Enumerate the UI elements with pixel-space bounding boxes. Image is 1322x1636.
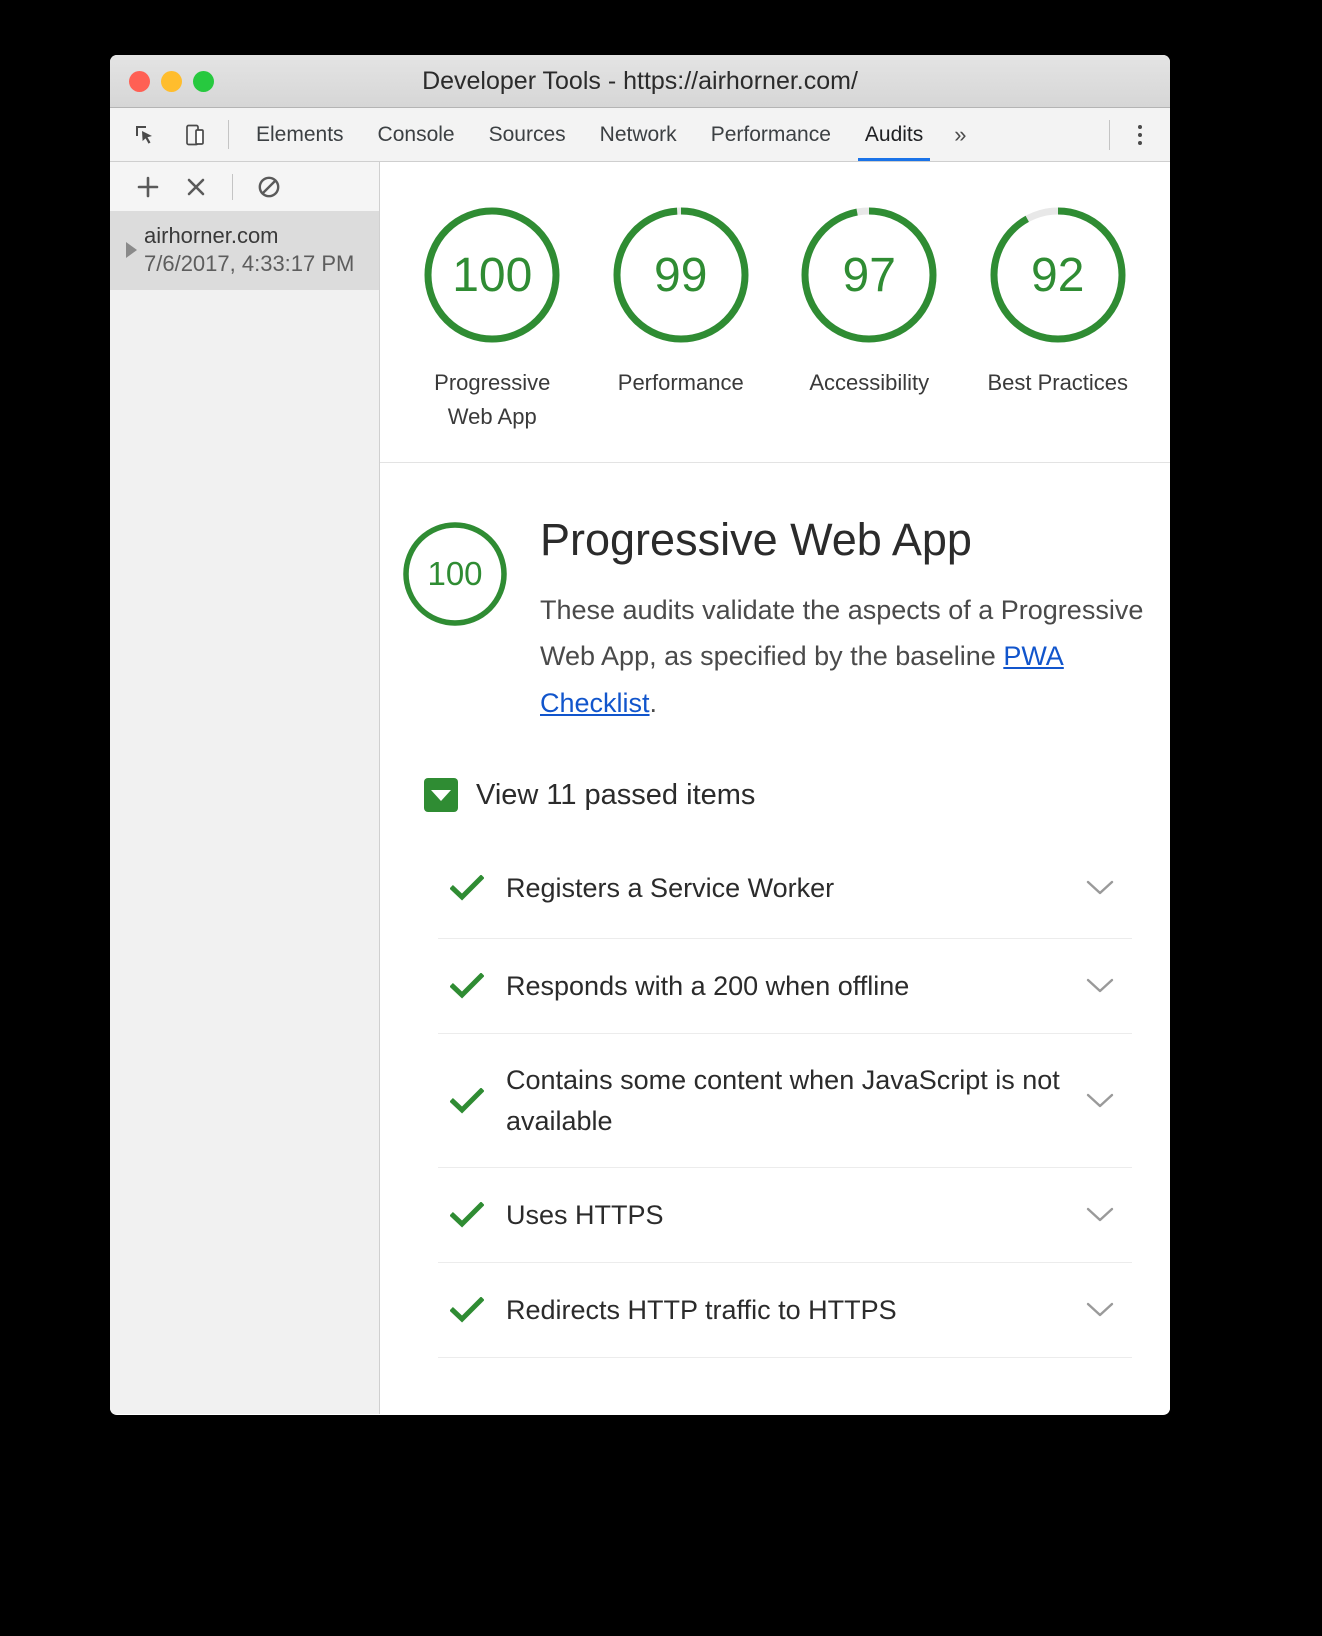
chevron-down-icon[interactable] [1082,1301,1118,1319]
score-label: Performance [617,370,744,395]
tab-console[interactable]: Console [361,108,472,161]
category-text-block: Progressive Web App These audits validat… [540,515,1146,726]
score-gauge-best-practices: 92 [985,202,1131,348]
score-value: 100 [452,248,533,302]
tab-label: Network [599,122,677,146]
device-toolbar-icon[interactable] [174,114,216,156]
tab-elements[interactable]: Elements [239,108,361,161]
score-card-pwa[interactable]: 100 Progressive Web App [407,202,577,434]
devtools-window: Developer Tools - https://airhorner.com/ [110,55,1170,1415]
description-tail: . [649,687,658,718]
toolbar-divider [228,120,229,149]
passed-items-label: View 11 passed items [476,778,756,811]
audit-item[interactable]: Redirects HTTP traffic to HTTPS [438,1263,1132,1358]
audit-title: Contains some content when JavaScript is… [506,1065,1060,1136]
score-value: 92 [1031,248,1085,302]
disclosure-triangle-icon[interactable] [118,242,144,259]
chevron-down-icon[interactable] [1082,879,1118,897]
category-section: 100 Progressive Web App These audits val… [380,463,1170,1358]
category-title: Progressive Web App [540,514,972,566]
audit-item[interactable]: Contains some content when JavaScript is… [438,1034,1132,1168]
tab-network[interactable]: Network [583,108,694,161]
devtools-body: airhorner.com 7/6/2017, 4:33:17 PM 100 P… [110,162,1170,1414]
check-icon [450,973,484,999]
category-description: These audits validate the aspects of a P… [540,587,1146,726]
more-tabs-icon[interactable]: » [940,108,980,161]
tab-audits[interactable]: Audits [848,108,940,161]
audit-item[interactable]: Registers a Service Worker [438,844,1132,939]
clear-audit-button[interactable] [174,167,218,207]
panel-tabs: Elements Console Sources Network Perform… [239,108,1109,161]
toolbar-right-divider [1109,119,1110,150]
tab-performance[interactable]: Performance [694,108,848,161]
audits-sidebar: airhorner.com 7/6/2017, 4:33:17 PM [110,162,380,1414]
tab-sources[interactable]: Sources [472,108,583,161]
tab-label: Console [377,122,455,146]
category-score-value: 100 [427,555,483,593]
window-titlebar: Developer Tools - https://airhorner.com/ [110,55,1170,108]
close-button[interactable] [129,70,150,92]
window-controls [129,70,214,92]
category-score-gauge: 100 [400,519,510,629]
score-value: 99 [654,248,708,302]
kebab-menu-icon[interactable] [1118,113,1162,157]
score-card-best-practices[interactable]: 92 Best Practices [973,202,1143,434]
audit-list: Registers a Service Worker Responds with… [438,844,1132,1358]
audit-run-item[interactable]: airhorner.com 7/6/2017, 4:33:17 PM [110,212,379,291]
screenshot-root: Developer Tools - https://airhorner.com/ [0,0,1322,1636]
audit-run-text: airhorner.com 7/6/2017, 4:33:17 PM [144,222,354,278]
check-icon [450,1087,484,1114]
audit-run-date: 7/6/2017, 4:33:17 PM [144,251,355,277]
score-label: Best Practices [987,370,1129,395]
tab-label: Audits [864,122,924,146]
add-audit-button[interactable] [126,167,170,207]
zoom-button[interactable] [193,70,214,92]
audit-title: Registers a Service Worker [506,872,835,903]
devtools-toolbar: Elements Console Sources Network Perform… [110,108,1170,162]
score-label: Progressive Web App [434,370,551,430]
score-gauge-accessibility: 97 [796,202,942,348]
inspect-element-icon[interactable] [124,114,166,156]
minimize-button[interactable] [161,70,182,92]
chevron-down-icon[interactable] [1082,1092,1118,1110]
audit-title: Redirects HTTP traffic to HTTPS [506,1294,897,1325]
audit-title: Uses HTTPS [506,1199,664,1230]
tab-label: Performance [710,122,831,146]
expand-collapse-icon[interactable] [424,778,458,812]
score-summary-row: 100 Progressive Web App 99 Performance 9… [380,162,1170,464]
audit-item[interactable]: Responds with a 200 when offline [438,939,1132,1034]
chevron-down-icon[interactable] [1082,1206,1118,1224]
score-card-performance[interactable]: 99 Performance [596,202,766,434]
score-label: Accessibility [809,370,930,395]
view-passed-items-toggle[interactable]: View 11 passed items [424,778,1146,812]
chevron-down-icon[interactable] [1082,977,1118,995]
score-value: 97 [842,248,896,302]
chevron-down-icon [431,789,451,801]
audit-run-name: airhorner.com [144,223,279,248]
category-header: 100 Progressive Web App These audits val… [400,515,1146,726]
tab-label: Sources [488,122,566,146]
check-icon [450,875,484,901]
audit-title: Responds with a 200 when offline [506,970,910,1001]
check-icon [450,1297,484,1323]
audits-results-panel: 100 Progressive Web App 99 Performance 9… [380,162,1170,1414]
toolbar-right-group [1109,108,1170,161]
sidebar-toolbar [110,162,379,212]
toolbar-icon-group [124,108,228,161]
score-gauge-pwa: 100 [419,202,565,348]
score-gauge-performance: 99 [608,202,754,348]
sidebar-toolbar-divider [232,173,233,200]
window-title: Developer Tools - https://airhorner.com/ [422,66,858,95]
audit-item[interactable]: Uses HTTPS [438,1168,1132,1263]
tab-label: Elements [256,122,344,146]
block-requests-icon[interactable] [247,167,291,207]
score-card-accessibility[interactable]: 97 Accessibility [784,202,954,434]
check-icon [450,1202,484,1228]
